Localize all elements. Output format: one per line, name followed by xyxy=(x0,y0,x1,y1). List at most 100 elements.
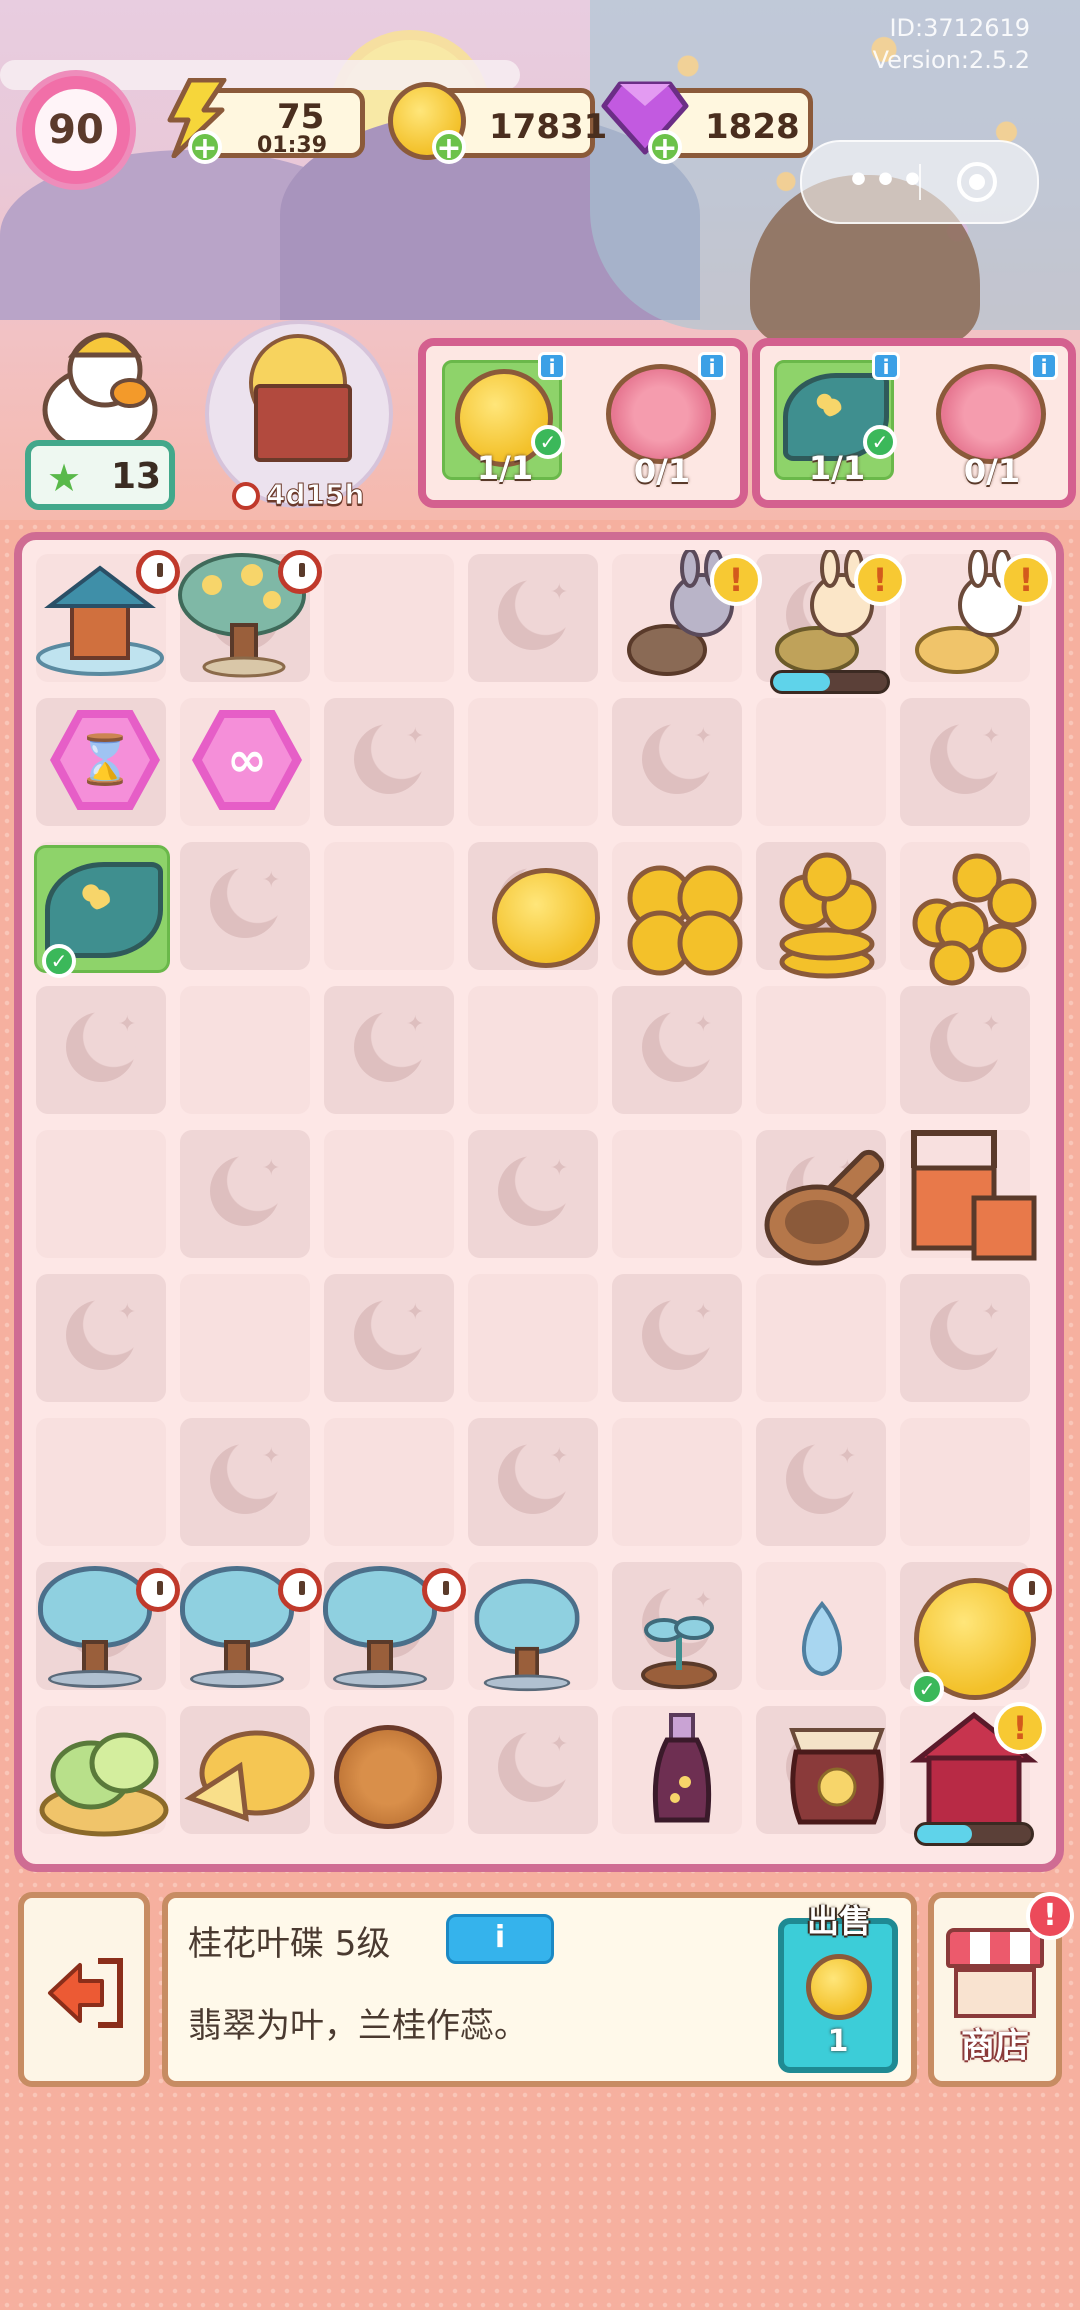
energy-value: 75 xyxy=(277,97,325,137)
board-cell[interactable] xyxy=(324,1274,454,1402)
more-options-icon[interactable]: ••• xyxy=(847,160,928,201)
board-cell[interactable] xyxy=(324,698,454,826)
board-cell[interactable] xyxy=(900,1418,1030,1546)
board-cell[interactable] xyxy=(324,1418,454,1546)
cooldown-clock-icon xyxy=(1008,1568,1052,1612)
board-cell[interactable] xyxy=(756,1418,886,1546)
item-info-button[interactable]: i xyxy=(446,1914,554,1964)
shop-button[interactable]: 商店 ! xyxy=(928,1892,1074,2087)
board-cell[interactable] xyxy=(612,698,742,826)
board-cell[interactable] xyxy=(324,842,454,970)
coin-value: 17831 xyxy=(489,107,608,147)
moon-placeholder-icon xyxy=(498,1156,568,1226)
green-mooncake-plate-icon[interactable] xyxy=(36,1715,171,1840)
board-cell[interactable] xyxy=(756,698,886,826)
moon-placeholder-icon xyxy=(210,1156,280,1226)
honey-jar-icon[interactable] xyxy=(782,1712,892,1832)
board-cell[interactable] xyxy=(468,1706,598,1834)
moon-placeholder-icon xyxy=(66,1012,136,1082)
board-cell[interactable] xyxy=(756,1274,886,1402)
cooldown-clock-icon xyxy=(422,1568,466,1612)
sprout-icon[interactable] xyxy=(634,1600,724,1690)
progress-bar xyxy=(770,670,890,694)
sell-label: 出售 xyxy=(806,1902,871,1940)
shop-notification-badge: ! xyxy=(1026,1892,1074,1940)
moon-placeholder-icon xyxy=(930,1012,1000,1082)
moon-placeholder-icon xyxy=(642,724,712,794)
board-cell[interactable] xyxy=(468,986,598,1114)
star-icon: ★ xyxy=(47,456,82,500)
moon-placeholder-icon xyxy=(498,580,568,650)
coin-pile-icon[interactable] xyxy=(907,848,1047,988)
close-miniprogram-icon[interactable] xyxy=(957,162,997,202)
clock-icon xyxy=(232,482,260,510)
shop-label: 商店 xyxy=(961,2026,1029,2066)
moon-placeholder-icon xyxy=(354,1012,424,1082)
add-energy-button[interactable]: + xyxy=(188,130,222,164)
level-badge[interactable]: 90 xyxy=(16,70,136,190)
moon-placeholder-icon xyxy=(642,1012,712,1082)
add-gems-button[interactable]: + xyxy=(648,130,682,164)
board-cell[interactable] xyxy=(180,986,310,1114)
board-cell[interactable] xyxy=(36,1274,166,1402)
board-cell[interactable] xyxy=(180,1130,310,1258)
board-cell[interactable] xyxy=(468,1274,598,1402)
check-icon: ✓ xyxy=(863,425,897,459)
board-cell[interactable] xyxy=(900,698,1030,826)
order-card-1[interactable]: 1/1 ✓ 0/1 i i xyxy=(418,338,748,508)
board-cell[interactable] xyxy=(468,1130,598,1258)
event-timer: 4d15h xyxy=(232,478,365,512)
board-cell[interactable] xyxy=(468,554,598,682)
build-info: ID:3712619 Version:2.5.2 xyxy=(873,12,1030,76)
energy-timer: 01:39 xyxy=(257,133,328,158)
wooden-ladle-icon[interactable] xyxy=(762,1140,907,1270)
coin-stack-2-icon[interactable] xyxy=(620,858,750,978)
board-cell[interactable] xyxy=(612,986,742,1114)
board-cell[interactable] xyxy=(468,698,598,826)
coin-stack-3-icon[interactable] xyxy=(767,852,887,982)
info-icon[interactable]: i xyxy=(1030,352,1058,380)
board-cell[interactable] xyxy=(180,1418,310,1546)
brown-mooncake-icon[interactable] xyxy=(334,1725,442,1829)
alert-icon: ! xyxy=(854,554,906,606)
board-cell[interactable] xyxy=(612,1274,742,1402)
board-cell[interactable] xyxy=(900,1274,1030,1402)
board-cell[interactable] xyxy=(756,986,886,1114)
board-cell[interactable] xyxy=(468,1418,598,1546)
item-description: 翡翠为叶，兰桂作蕊。 xyxy=(188,2006,528,2046)
info-icon[interactable]: i xyxy=(538,352,566,380)
moon-placeholder-icon xyxy=(498,1732,568,1802)
info-icon[interactable]: i xyxy=(698,352,726,380)
board-cell[interactable] xyxy=(36,1418,166,1546)
board-cell[interactable] xyxy=(36,1130,166,1258)
moon-placeholder-icon xyxy=(786,1444,856,1514)
board-cell[interactable] xyxy=(900,986,1030,1114)
info-icon[interactable]: i xyxy=(872,352,900,380)
order-slot-count: 0/1 xyxy=(963,452,1021,490)
board-cell[interactable] xyxy=(180,842,310,970)
order-card-2[interactable]: 1/1 ✓ 0/1 i i xyxy=(752,338,1076,508)
exit-button[interactable] xyxy=(18,1892,150,2087)
board-cell[interactable] xyxy=(324,986,454,1114)
moon-placeholder-icon xyxy=(354,1300,424,1370)
moon-placeholder-icon xyxy=(930,724,1000,794)
osmanthus-wine-bottle-icon[interactable] xyxy=(647,1710,717,1830)
star-counter[interactable]: ★ 13 xyxy=(25,440,175,510)
board-cell[interactable] xyxy=(324,554,454,682)
progress-bar xyxy=(914,1822,1034,1846)
sell-button[interactable]: 出售 1 xyxy=(778,1902,898,2073)
board-cell[interactable] xyxy=(612,1130,742,1258)
add-coins-button[interactable]: + xyxy=(432,130,466,164)
moon-tree-icon[interactable] xyxy=(467,1575,587,1695)
merge-board: ! ! ! ⌛ ∞ ✓ xyxy=(14,532,1064,1872)
board-cell[interactable] xyxy=(36,986,166,1114)
board-cell[interactable] xyxy=(180,1274,310,1402)
food-box-icon[interactable] xyxy=(904,1128,1049,1268)
cut-mooncake-icon[interactable] xyxy=(182,1718,317,1828)
board-cell[interactable] xyxy=(324,1130,454,1258)
board-cell[interactable] xyxy=(612,1418,742,1546)
seed-icon[interactable] xyxy=(792,1600,852,1680)
coin-1-icon[interactable] xyxy=(492,868,600,968)
miniprogram-capsule: ••• xyxy=(800,140,1039,224)
duck-helper-icon[interactable] xyxy=(35,315,165,455)
